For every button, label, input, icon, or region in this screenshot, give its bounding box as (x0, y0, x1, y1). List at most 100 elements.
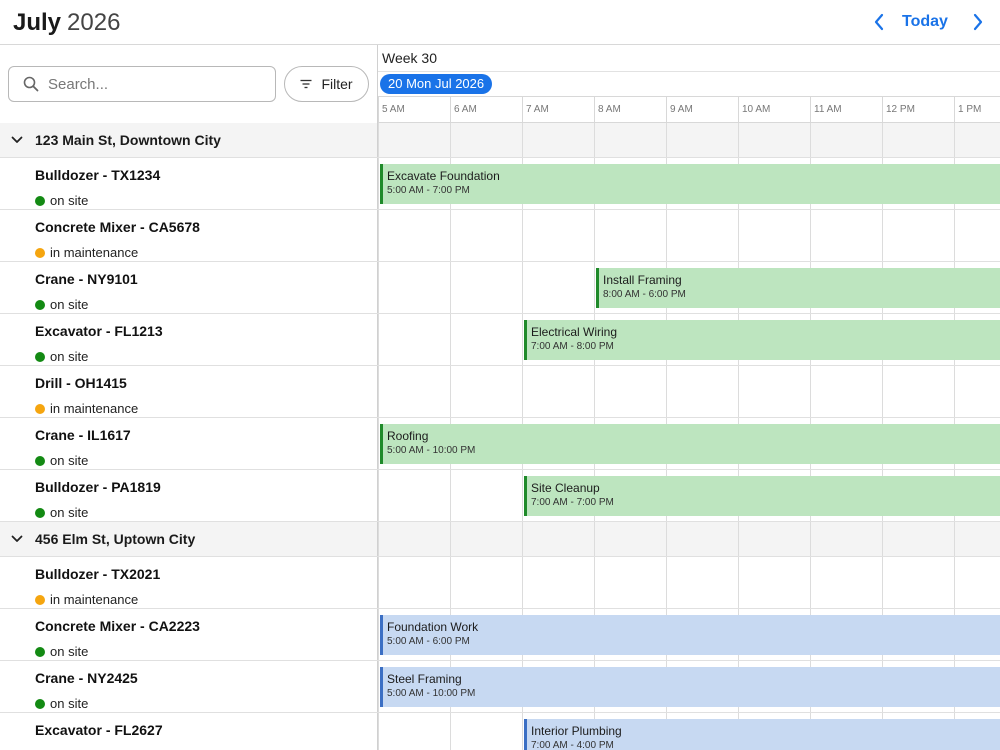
event-title: Steel Framing (387, 672, 462, 686)
equipment-row[interactable]: Excavator - FL1213 on site Electrical Wiri… (0, 314, 1000, 366)
week-label: Week 30 (382, 50, 437, 66)
event-title: Interior Plumbing (531, 724, 622, 738)
equipment-name: Bulldozer - TX1234 (35, 167, 161, 183)
grid-line (378, 522, 379, 556)
grid-line (738, 123, 739, 157)
status-label: in maintenance (50, 592, 139, 607)
next-button[interactable] (966, 10, 990, 34)
equipment-row[interactable]: Crane - NY2425 on site Steel Framing 5:00 A… (0, 661, 1000, 713)
grid-line (738, 522, 739, 556)
grid-line (594, 210, 595, 261)
status-dot-icon (35, 455, 45, 466)
grid-line (882, 557, 883, 608)
group-row[interactable]: 123 Main St, Downtown City (0, 123, 1000, 158)
filter-icon (300, 79, 312, 89)
grid-line (378, 713, 379, 750)
grid-line (522, 470, 523, 521)
today-button[interactable]: Today (902, 11, 948, 33)
equipment-row[interactable]: Concrete Mixer - CA2223 on site Foundation… (0, 609, 1000, 661)
event-time: 5:00 AM - 10:00 PM (387, 445, 476, 456)
equipment-timeline (378, 366, 1000, 417)
grid-line (378, 314, 379, 365)
grid-line (378, 609, 379, 660)
grid-line (738, 210, 739, 261)
status-label: on site (50, 297, 89, 312)
schedule-rows: 123 Main St, Downtown City Bulldozer - TX… (0, 123, 1000, 750)
current-date-pill[interactable]: 20 Mon Jul 2026 (380, 74, 493, 94)
time-label: 10 AM (742, 104, 771, 115)
equipment-info: Crane - NY9101 on site (0, 262, 378, 313)
grid-line (522, 713, 523, 750)
equipment-timeline: Roofing 5:00 AM - 10:00 PM (378, 418, 1000, 469)
filter-button[interactable]: Filter (284, 66, 369, 102)
event-title: Roofing (387, 429, 429, 443)
event-title: Site Cleanup (531, 481, 600, 495)
chevron-down-icon[interactable] (11, 533, 23, 545)
group-name: 123 Main St, Downtown City (35, 132, 221, 148)
equipment-info: Crane - NY2425 on site (0, 661, 378, 712)
event-block[interactable]: Electrical Wiring 7:00 AM - 8:00 PM (524, 320, 1000, 360)
equipment-status: on site (35, 696, 88, 711)
time-tick (378, 97, 379, 122)
equipment-name: Excavator - FL1213 (35, 323, 163, 339)
header-divider (378, 71, 1000, 72)
equipment-row[interactable]: Crane - NY9101 on site Install Framing 8:00… (0, 262, 1000, 314)
event-block[interactable]: Install Framing 8:00 AM - 6:00 PM (596, 268, 1000, 308)
time-label: 11 AM (814, 104, 842, 115)
month-title: July 2026 (13, 8, 120, 38)
event-time: 5:00 AM - 7:00 PM (387, 185, 470, 196)
equipment-row[interactable]: Concrete Mixer - CA5678 in maintenance (0, 210, 1000, 262)
equipment-row[interactable]: Crane - IL1617 on site Roofing 5:00 AM - 10… (0, 418, 1000, 470)
grid-line (378, 366, 379, 417)
grid-line (882, 210, 883, 261)
event-title: Foundation Work (387, 620, 479, 634)
equipment-row[interactable]: Drill - OH1415 in maintenance (0, 366, 1000, 418)
previous-button[interactable] (867, 10, 891, 34)
event-block[interactable]: Steel Framing 5:00 AM - 10:00 PM (380, 667, 1000, 707)
event-block[interactable]: Site Cleanup 7:00 AM - 7:00 PM (524, 476, 1000, 516)
grid-line (810, 522, 811, 556)
year-label: 2026 (67, 9, 121, 36)
equipment-status: on site (35, 644, 88, 659)
grid-line (378, 470, 379, 521)
event-block[interactable]: Roofing 5:00 AM - 10:00 PM (380, 424, 1000, 464)
grid-line (882, 366, 883, 417)
status-dot-icon (35, 247, 45, 258)
time-axis: 5 AM 6 AM 7 AM 8 AM 9 AM 10 AM 11 AM 12 PM 1 PM (378, 97, 1000, 123)
grid-line (810, 123, 811, 157)
equipment-name: Bulldozer - PA1819 (35, 479, 161, 495)
equipment-name: Concrete Mixer - CA5678 (35, 219, 200, 235)
grid-line (522, 210, 523, 261)
time-label: 9 AM (670, 104, 693, 115)
grid-line (594, 366, 595, 417)
event-block[interactable]: Interior Plumbing 7:00 AM - 4:00 PM (524, 719, 1000, 750)
equipment-row[interactable]: Bulldozer - TX1234 on site Excavate Founda… (0, 158, 1000, 210)
equipment-info: Excavator - FL1213 on site (0, 314, 378, 365)
status-label: on site (50, 453, 89, 468)
equipment-timeline: Interior Plumbing 7:00 AM - 4:00 PM (378, 713, 1000, 750)
equipment-row[interactable]: Excavator - FL2627on site Interior Plumbi… (0, 713, 1000, 750)
time-label: 8 AM (598, 104, 621, 115)
equipment-row[interactable]: Bulldozer - TX2021 in maintenance (0, 557, 1000, 609)
grid-line (810, 366, 811, 417)
chevron-down-icon[interactable] (11, 134, 23, 146)
status-label: on site (50, 193, 89, 208)
time-tick (666, 97, 667, 122)
search-icon (23, 76, 39, 92)
event-time: 8:00 AM - 6:00 PM (603, 289, 686, 300)
month-label: July (13, 9, 62, 36)
grid-line (522, 557, 523, 608)
equipment-timeline: Foundation Work 5:00 AM - 6:00 PM (378, 609, 1000, 660)
equipment-row[interactable]: Bulldozer - PA1819 on site Site Cleanup 7:0… (0, 470, 1000, 522)
time-label: 5 AM (382, 104, 405, 115)
event-block[interactable]: Foundation Work 5:00 AM - 6:00 PM (380, 615, 1000, 655)
status-dot-icon (35, 403, 45, 414)
grid-line (666, 366, 667, 417)
search-placeholder: Search... (48, 75, 109, 93)
event-time: 7:00 AM - 8:00 PM (531, 341, 614, 352)
equipment-timeline (378, 210, 1000, 261)
group-row[interactable]: 456 Elm St, Uptown City (0, 522, 1000, 557)
grid-line (450, 262, 451, 313)
search-input[interactable]: Search... (8, 66, 276, 102)
event-block[interactable]: Excavate Foundation 5:00 AM - 7:00 PM (380, 164, 1000, 204)
